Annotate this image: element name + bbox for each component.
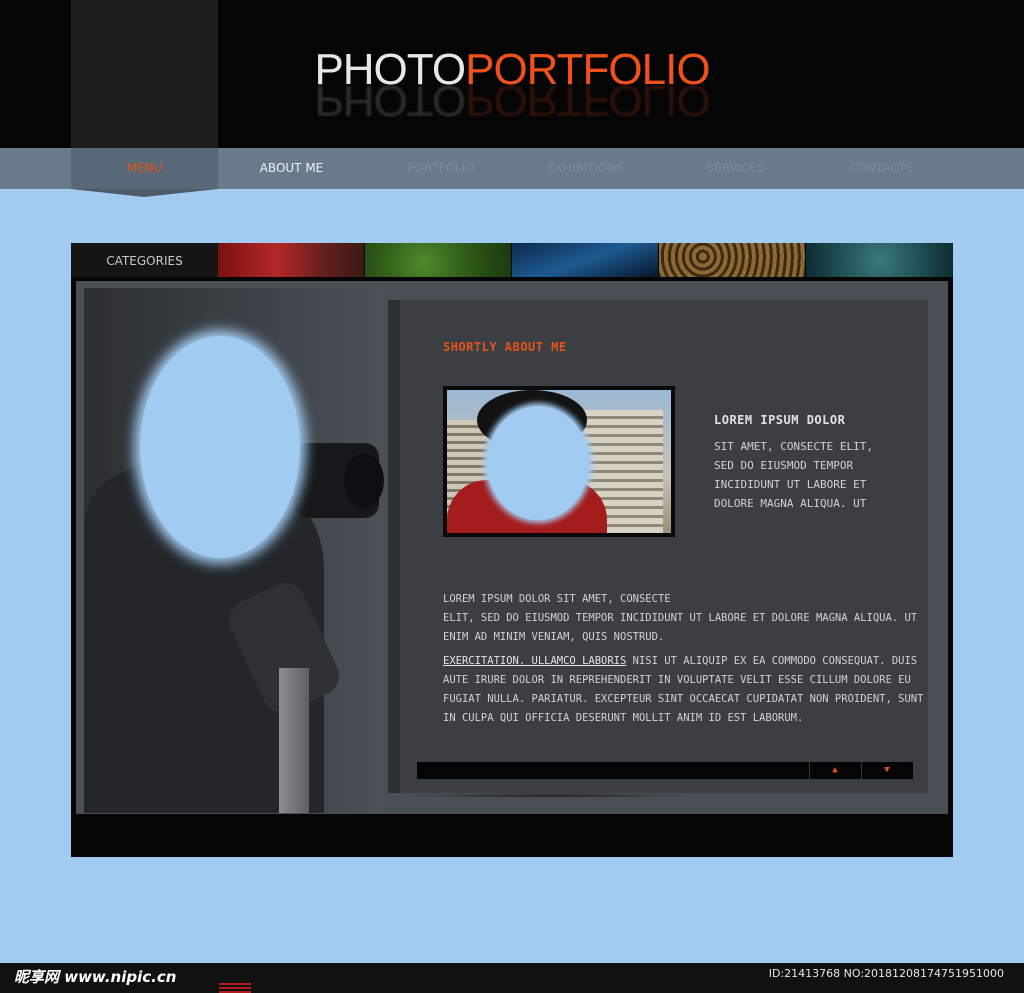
paragraph-line: ELIT, SED DO EIUSMOD TEMPOR INCIDIDUNT U… bbox=[443, 612, 918, 624]
category-thumb-water[interactable] bbox=[806, 243, 953, 277]
nav-item-menu[interactable]: MENU bbox=[71, 148, 218, 189]
exercitation-link[interactable]: EXERCITATION. ULLAMCO LABORIS bbox=[443, 655, 626, 667]
nav-item-contacts[interactable]: CONTACTS bbox=[808, 148, 955, 189]
paragraph-text: NISI UT ALIQUIP EX EA COMMODO CONSEQUAT.… bbox=[626, 655, 918, 667]
paragraph-line: IN CULPA QUI OFFICIA DESERUNT MOLLIT ANI… bbox=[443, 712, 804, 724]
category-thumb-landscape[interactable] bbox=[512, 243, 658, 277]
side-title: LOREM IPSUM DOLOR bbox=[714, 413, 846, 427]
side-text-line: SIT AMET, CONSECTE ELIT, bbox=[714, 440, 873, 453]
side-text-line: SED DO EIUSMOD TEMPOR bbox=[714, 459, 854, 472]
nav-item-about-me[interactable]: ABOUT ME bbox=[218, 148, 365, 189]
side-text: SIT AMET, CONSECTE ELIT, SED DO EIUSMOD … bbox=[714, 437, 904, 513]
paragraph-line: EXERCITATION. ULLAMCO LABORIS NISI UT AL… bbox=[443, 652, 917, 671]
panel-shadow bbox=[400, 793, 700, 798]
logo-reflection-photo: PHOTO bbox=[314, 76, 466, 125]
paragraph-line: AUTE IRURE DOLOR IN REPREHENDERIT IN VOL… bbox=[443, 674, 911, 686]
tripod bbox=[279, 668, 309, 813]
blurred-face bbox=[140, 336, 300, 558]
nav-item-services[interactable]: SERVICES bbox=[662, 148, 809, 189]
side-text-line: DOLORE MAGNA ALIQUA. UT bbox=[714, 497, 867, 510]
nav-item-portfolio[interactable]: PORTFOLIO bbox=[365, 148, 517, 189]
logo-reflection: PHOTOPORTFOLIO bbox=[0, 74, 1024, 126]
watermark-right: ID:21413768 NO:20181208174751951000 bbox=[768, 967, 1004, 980]
footer-logo-mark bbox=[219, 983, 251, 993]
paragraph-line: LOREM IPSUM DOLOR SIT AMET, CONSECTE bbox=[443, 593, 671, 605]
about-paragraph-1: LOREM IPSUM DOLOR SIT AMET, CONSECTE ELI… bbox=[443, 590, 918, 647]
category-thumb-animals[interactable] bbox=[659, 243, 805, 277]
scroll-up-icon[interactable]: ▲ bbox=[809, 762, 860, 779]
category-thumb-portrait[interactable] bbox=[218, 243, 364, 277]
photo-blurred-face bbox=[487, 406, 589, 520]
logo-reflection-portfolio: PORTFOLIO bbox=[465, 76, 710, 125]
scroll-down-icon[interactable]: ▼ bbox=[861, 762, 912, 779]
about-panel-edge bbox=[388, 300, 400, 793]
category-thumb-nature[interactable] bbox=[365, 243, 511, 277]
profile-photo bbox=[447, 390, 671, 533]
side-text-line: INCIDIDUNT UT LABORE ET bbox=[714, 478, 867, 491]
about-paragraph-2: EXERCITATION. ULLAMCO LABORIS NISI UT AL… bbox=[443, 652, 924, 728]
camera-lens bbox=[344, 453, 384, 508]
paragraph-line: FUGIAT NULLA. PARIATUR. EXCEPTEUR SINT O… bbox=[443, 693, 924, 705]
nav-menu-pointer bbox=[71, 189, 218, 197]
categories-tab[interactable]: CATEGORIES bbox=[71, 243, 218, 277]
watermark-left: 昵享网 www.nipic.cn bbox=[14, 968, 177, 986]
paragraph-line: ENIM AD MINIM VENIAM, QUIS NOSTRUD. bbox=[443, 631, 665, 643]
nav-item-exhibitions[interactable]: EXHIBITIONS bbox=[512, 148, 659, 189]
about-title: SHORTLY ABOUT ME bbox=[443, 340, 567, 354]
